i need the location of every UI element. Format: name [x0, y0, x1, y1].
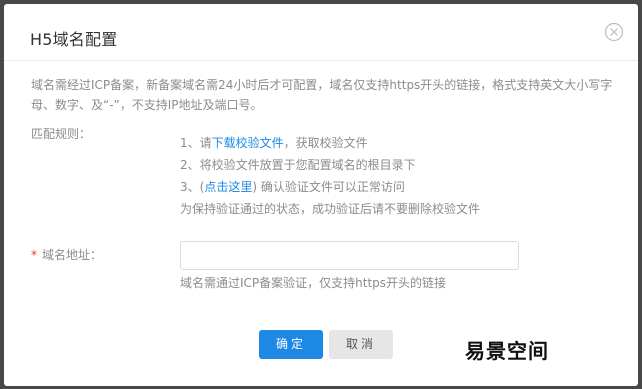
dialog-description: 域名需经过ICP备案，新备案域名需24小时后才可配置，域名仅支持https开头的… [31, 78, 613, 112]
dialog-title: H5域名配置 [30, 30, 118, 49]
domain-address-input[interactable] [180, 241, 519, 270]
match-rules-label: 匹配规则： [31, 127, 92, 141]
match-rules-list: 1、请下载校验文件，获取校验文件 2、将校验文件放置于您配置域名的根目录下 3、… [180, 132, 480, 220]
close-icon [604, 22, 624, 42]
cancel-button[interactable]: 取消 [329, 330, 393, 359]
confirm-button[interactable]: 确定 [259, 330, 323, 359]
rule-3-prefix: 3、( [180, 180, 205, 194]
close-button[interactable] [604, 22, 624, 42]
dialog-header: H5域名配置 [4, 4, 638, 61]
required-mark: * [31, 248, 37, 262]
rule-1-prefix: 1、请 [180, 136, 212, 150]
rule-line-3: 3、(点击这里) 确认验证文件可以正常访问 [180, 176, 480, 198]
click-here-link[interactable]: 点击这里 [204, 180, 252, 194]
h5-domain-config-dialog: H5域名配置 域名需经过ICP备案，新备案域名需24小时后才可配置，域名仅支持h… [4, 4, 638, 386]
watermark-text: 易景空间 [465, 339, 549, 363]
rule-line-2: 2、将校验文件放置于您配置域名的根目录下 [180, 158, 416, 172]
rule-line-1: 1、请下载校验文件，获取校验文件 [180, 132, 480, 154]
domain-help-text: 域名需通过ICP备案验证，仅支持https开头的链接 [180, 276, 447, 290]
rule-1-suffix: ，获取校验文件 [283, 136, 368, 150]
rule-line-4: 为保持验证通过的状态，成功验证后请不要删除校验文件 [180, 202, 481, 216]
domain-label-text: 域名地址： [42, 248, 103, 262]
domain-address-label: * 域名地址： [31, 246, 102, 263]
download-verify-file-link[interactable]: 下载校验文件 [212, 136, 284, 150]
rule-3-suffix: ) 确认验证文件可以正常访问 [252, 180, 405, 194]
